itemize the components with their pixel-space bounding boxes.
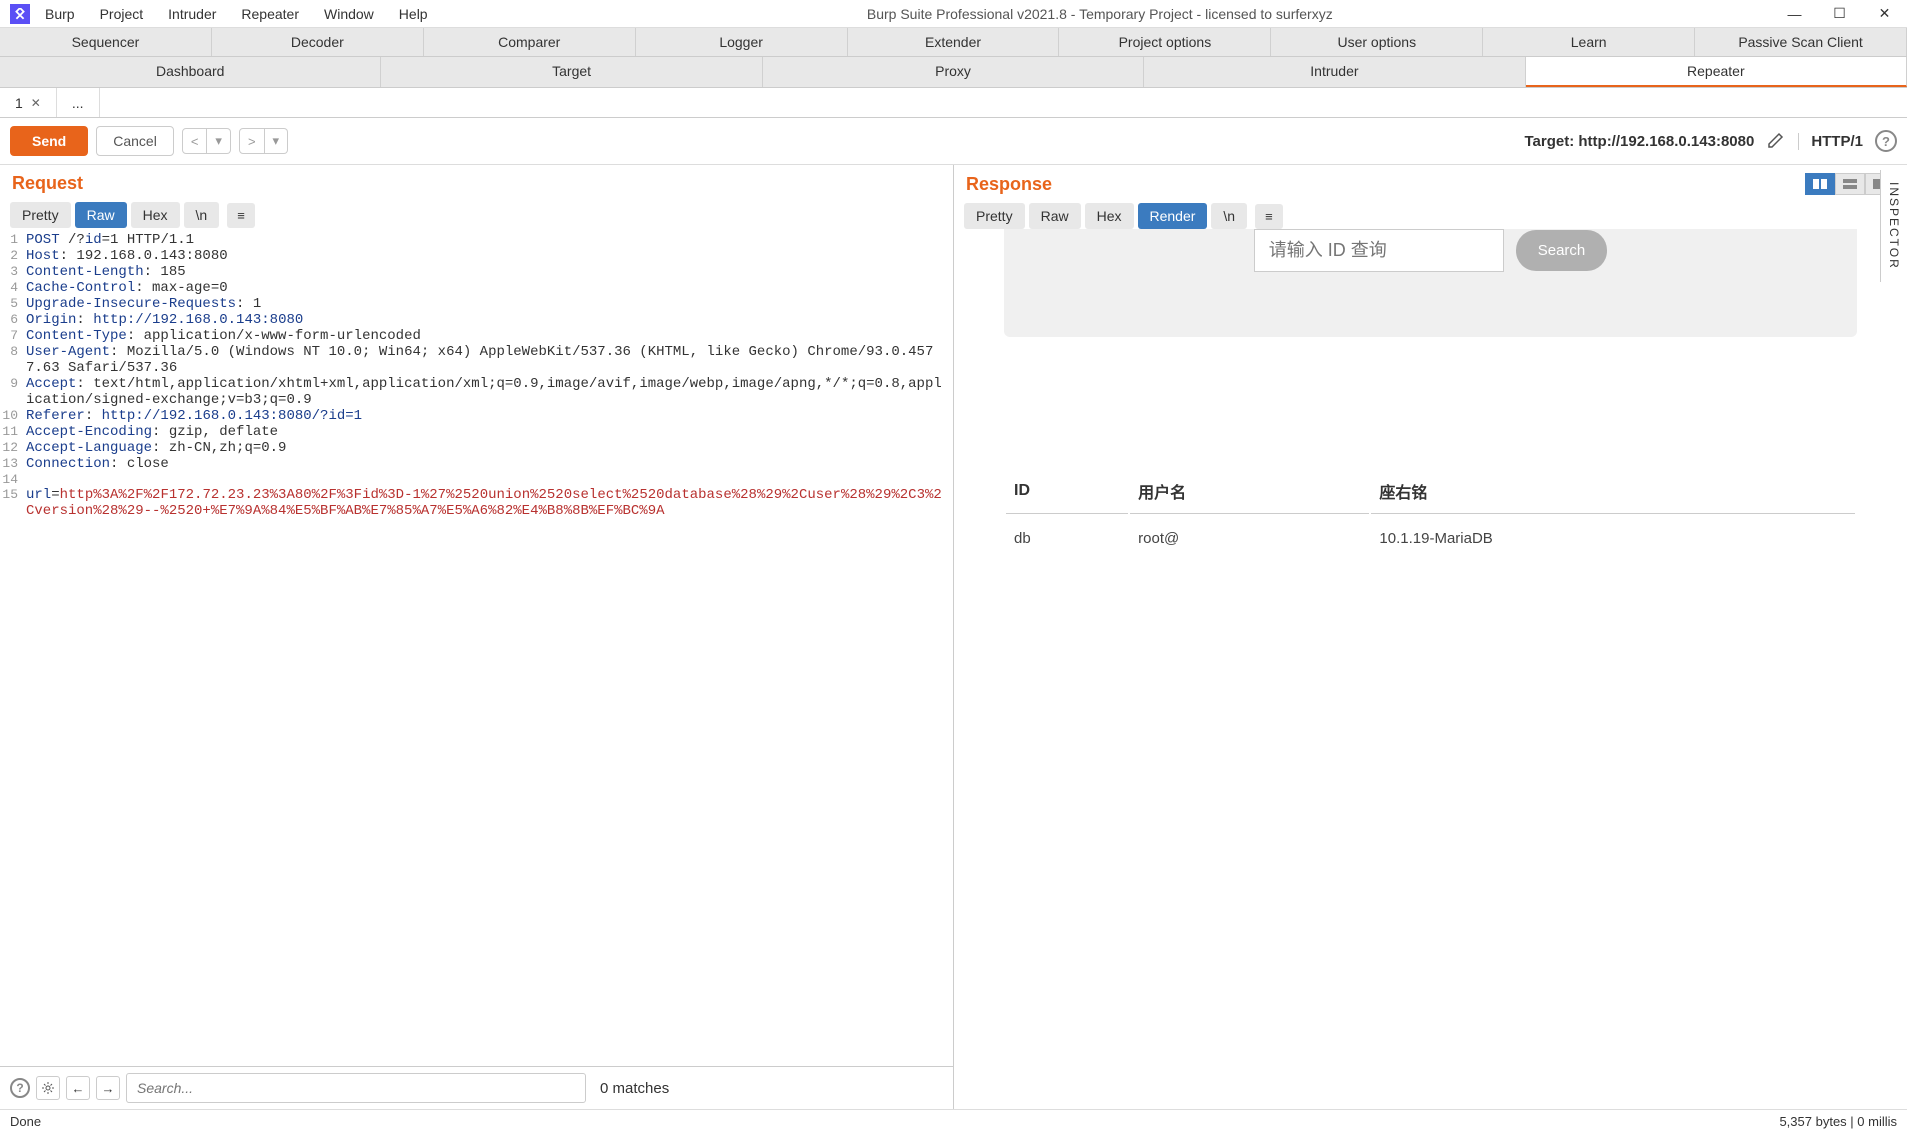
search-next-icon[interactable]: → — [96, 1076, 120, 1100]
view-tab-render[interactable]: Render — [1138, 203, 1208, 229]
tab-intruder[interactable]: Intruder — [1144, 57, 1525, 87]
status-right: 5,357 bytes | 0 millis — [1779, 1114, 1897, 1129]
target-label: Target: http://192.168.0.143:8080 — [1524, 133, 1754, 150]
tab-comparer[interactable]: Comparer — [424, 28, 636, 56]
http-version[interactable]: HTTP/1 — [1798, 133, 1863, 150]
menu-repeater[interactable]: Repeater — [241, 6, 299, 22]
menu-window[interactable]: Window — [324, 6, 374, 22]
tab-target[interactable]: Target — [381, 57, 762, 87]
response-title: Response — [966, 174, 1052, 195]
layout-split-horizontal[interactable] — [1835, 173, 1865, 195]
maximize-button[interactable]: ☐ — [1817, 0, 1862, 28]
tab-proxy[interactable]: Proxy — [763, 57, 1144, 87]
settings-icon[interactable] — [36, 1076, 60, 1100]
table-row: dbroot@10.1.19-MariaDB — [1006, 516, 1855, 561]
editor-menu-icon[interactable]: ≡ — [227, 203, 255, 228]
window-title: Burp Suite Professional v2021.8 - Tempor… — [428, 6, 1772, 22]
menu-help[interactable]: Help — [399, 6, 428, 22]
view-tab-hex[interactable]: Hex — [131, 202, 180, 228]
view-tab-raw[interactable]: Raw — [1029, 203, 1081, 229]
help-icon[interactable]: ? — [10, 1078, 30, 1098]
tab-project-options[interactable]: Project options — [1059, 28, 1271, 56]
view-tab-hex[interactable]: Hex — [1085, 203, 1134, 229]
menu-burp[interactable]: Burp — [45, 6, 75, 22]
app-icon — [10, 4, 30, 24]
view-tab-pretty[interactable]: Pretty — [10, 202, 71, 228]
request-title: Request — [12, 173, 83, 194]
table-cell: db — [1006, 516, 1128, 561]
tab-learn[interactable]: Learn — [1483, 28, 1695, 56]
rendered-search-button[interactable]: Search — [1516, 230, 1608, 271]
inspector-tab[interactable]: INSPECTOR — [1880, 170, 1907, 282]
view-tab-n[interactable]: \n — [1211, 203, 1247, 229]
request-editor[interactable]: 1POST /?id=1 HTTP/1.12Host: 192.168.0.14… — [0, 228, 953, 1066]
close-tab-icon[interactable]: ✕ — [31, 96, 41, 110]
view-tab-raw[interactable]: Raw — [75, 202, 127, 228]
table-header: ID — [1006, 469, 1128, 514]
nav-forward-button[interactable]: > — [239, 128, 265, 154]
tab-passive-scan-client[interactable]: Passive Scan Client — [1695, 28, 1907, 56]
search-input[interactable] — [126, 1073, 586, 1103]
layout-split-vertical[interactable] — [1805, 173, 1835, 195]
nav-back-dropdown[interactable]: ▾ — [207, 128, 231, 154]
nav-back-button[interactable]: < — [182, 128, 208, 154]
menu-intruder[interactable]: Intruder — [168, 6, 216, 22]
view-tab-n[interactable]: \n — [184, 202, 220, 228]
table-cell: root@ — [1130, 516, 1369, 561]
repeater-tab-1[interactable]: 1✕ — [0, 88, 57, 117]
table-header: 座右铭 — [1371, 469, 1855, 514]
search-prev-icon[interactable]: ← — [66, 1076, 90, 1100]
edit-target-icon[interactable] — [1766, 130, 1786, 153]
rendered-search-input[interactable] — [1254, 229, 1504, 272]
menu-project[interactable]: Project — [100, 6, 144, 22]
close-button[interactable]: ✕ — [1862, 0, 1907, 28]
tab-decoder[interactable]: Decoder — [212, 28, 424, 56]
tab-dashboard[interactable]: Dashboard — [0, 57, 381, 87]
tab-sequencer[interactable]: Sequencer — [0, 28, 212, 56]
matches-count: 0 matches — [600, 1080, 669, 1097]
tab-user-options[interactable]: User options — [1271, 28, 1483, 56]
view-tab-pretty[interactable]: Pretty — [964, 203, 1025, 229]
editor-menu-icon[interactable]: ≡ — [1255, 204, 1283, 229]
tab-extender[interactable]: Extender — [848, 28, 1060, 56]
help-icon[interactable]: ? — [1875, 130, 1897, 152]
minimize-button[interactable]: — — [1772, 0, 1817, 28]
table-header: 用户名 — [1130, 469, 1369, 514]
repeater-tab-...[interactable]: ... — [57, 88, 100, 117]
table-cell: 10.1.19-MariaDB — [1371, 516, 1855, 561]
cancel-button[interactable]: Cancel — [96, 126, 174, 156]
tab-repeater[interactable]: Repeater — [1526, 57, 1907, 87]
send-button[interactable]: Send — [10, 126, 88, 156]
status-left: Done — [10, 1114, 41, 1129]
nav-forward-dropdown[interactable]: ▾ — [265, 128, 289, 154]
result-table: ID用户名座右铭 dbroot@10.1.19-MariaDB — [1004, 467, 1857, 563]
tab-logger[interactable]: Logger — [636, 28, 848, 56]
response-render-area: Search ID用户名座右铭 dbroot@10.1.19-MariaDB — [954, 229, 1907, 1109]
